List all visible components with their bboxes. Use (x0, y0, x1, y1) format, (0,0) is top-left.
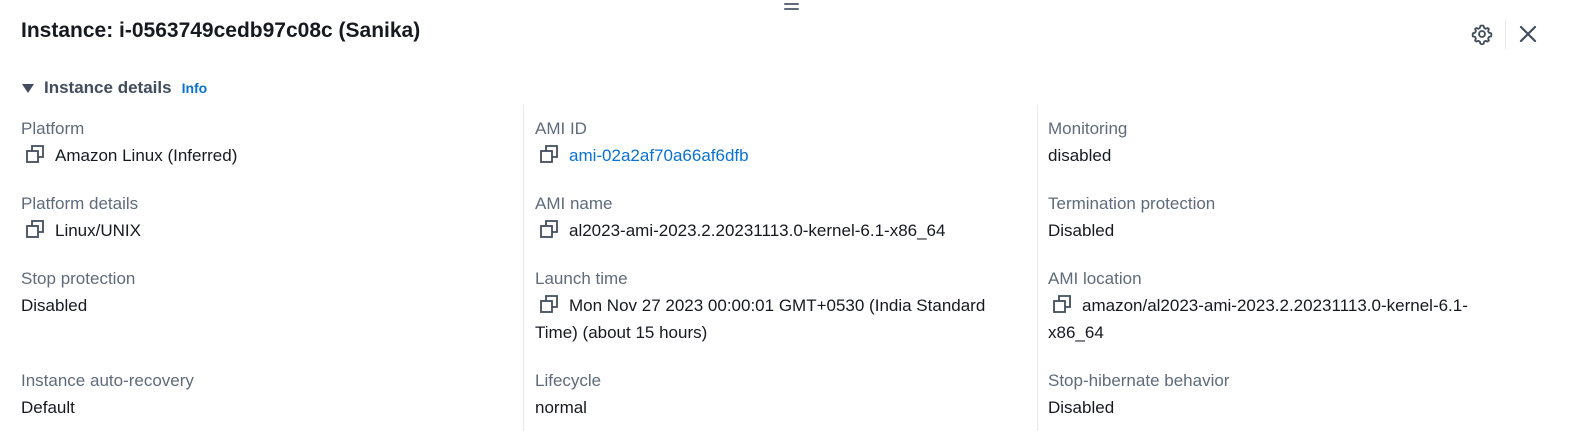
column-divider (523, 105, 524, 431)
field-value: amazon/al2023-ami-2023.2.20231113.0-kern… (1048, 292, 1518, 346)
field-lifecycle: Lifecycle normal (535, 370, 1015, 421)
field-label: Lifecycle (535, 371, 602, 390)
settings-button[interactable] (1470, 22, 1494, 46)
copy-icon[interactable] (26, 145, 44, 163)
field-termination-protection: Termination protection Disabled (1048, 193, 1528, 244)
field-stop-protection: Stop protection Disabled (21, 268, 501, 319)
close-icon (1519, 25, 1537, 43)
column-divider (1037, 105, 1038, 431)
field-label: AMI name (535, 194, 613, 213)
ami-location-value: amazon/al2023-ami-2023.2.20231113.0-kern… (1048, 296, 1468, 342)
page-title: Instance: i-0563749cedb97c08c (Sanika) (21, 19, 421, 42)
platform-value: Amazon Linux (Inferred) (55, 146, 238, 165)
instance-details-header: Instance details Info (21, 78, 207, 98)
ami-name-value: al2023-ami-2023.2.20231113.0-kernel-6.1-… (569, 221, 946, 240)
field-platform-details: Platform details Linux/UNIX (21, 193, 501, 244)
field-launch-time: Launch time Mon Nov 27 2023 00:00:01 GMT… (535, 268, 1015, 346)
termination-protection-value: Disabled (1048, 221, 1115, 240)
field-label: Instance auto-recovery (21, 371, 194, 390)
panel-header: Instance: i-0563749cedb97c08c (Sanika) (21, 17, 1574, 49)
field-ami-id: AMI ID ami-02a2af70a66af6dfb (535, 118, 1015, 169)
launch-time-value: Mon Nov 27 2023 00:00:01 GMT+0530 (India… (535, 296, 986, 342)
copy-icon[interactable] (540, 145, 558, 163)
field-label: AMI location (1048, 269, 1142, 288)
handle-line (784, 8, 799, 10)
field-value: ami-02a2af70a66af6dfb (535, 142, 1015, 169)
field-label: Monitoring (1048, 119, 1128, 138)
platform-details-value: Linux/UNIX (55, 221, 141, 240)
lifecycle-value: normal (535, 398, 587, 417)
field-monitoring: Monitoring disabled (1048, 118, 1528, 169)
field-ami-name: AMI name al2023-ami-2023.2.20231113.0-ke… (535, 193, 1015, 244)
field-platform: Platform Amazon Linux (Inferred) (21, 118, 501, 169)
field-label: Stop protection (21, 269, 136, 288)
stop-hibernate-value: Disabled (1048, 398, 1115, 417)
section-title[interactable]: Instance details (44, 78, 172, 98)
monitoring-value: disabled (1048, 146, 1112, 165)
actions-divider (1505, 19, 1506, 49)
gear-icon (1471, 24, 1493, 45)
field-label: Platform details (21, 194, 139, 213)
copy-icon[interactable] (540, 220, 558, 238)
field-stop-hibernate-behavior: Stop-hibernate behavior Disabled (1048, 370, 1528, 421)
field-instance-auto-recovery: Instance auto-recovery Default (21, 370, 501, 421)
close-button[interactable] (1516, 22, 1540, 46)
header-actions (1470, 19, 1540, 49)
field-value: Linux/UNIX (21, 217, 501, 244)
copy-icon[interactable] (1053, 295, 1071, 313)
panel-resize-handle[interactable] (784, 3, 799, 12)
copy-icon[interactable] (540, 295, 558, 313)
field-value: Mon Nov 27 2023 00:00:01 GMT+0530 (India… (535, 292, 1013, 346)
field-label: AMI ID (535, 119, 587, 138)
copy-icon[interactable] (26, 220, 44, 238)
auto-recovery-value: Default (21, 398, 75, 417)
ami-id-link[interactable]: ami-02a2af70a66af6dfb (569, 146, 749, 165)
field-label: Termination protection (1048, 194, 1216, 213)
field-label: Stop-hibernate behavior (1048, 371, 1230, 390)
field-ami-location: AMI location amazon/al2023-ami-2023.2.20… (1048, 268, 1528, 346)
field-value: Amazon Linux (Inferred) (21, 142, 501, 169)
stop-protection-value: Disabled (21, 296, 88, 315)
handle-line (784, 3, 799, 5)
field-label: Platform (21, 119, 85, 138)
field-label: Launch time (535, 269, 628, 288)
caret-down-icon[interactable] (21, 81, 35, 95)
info-link[interactable]: Info (182, 80, 208, 96)
field-value: al2023-ami-2023.2.20231113.0-kernel-6.1-… (535, 217, 1015, 244)
